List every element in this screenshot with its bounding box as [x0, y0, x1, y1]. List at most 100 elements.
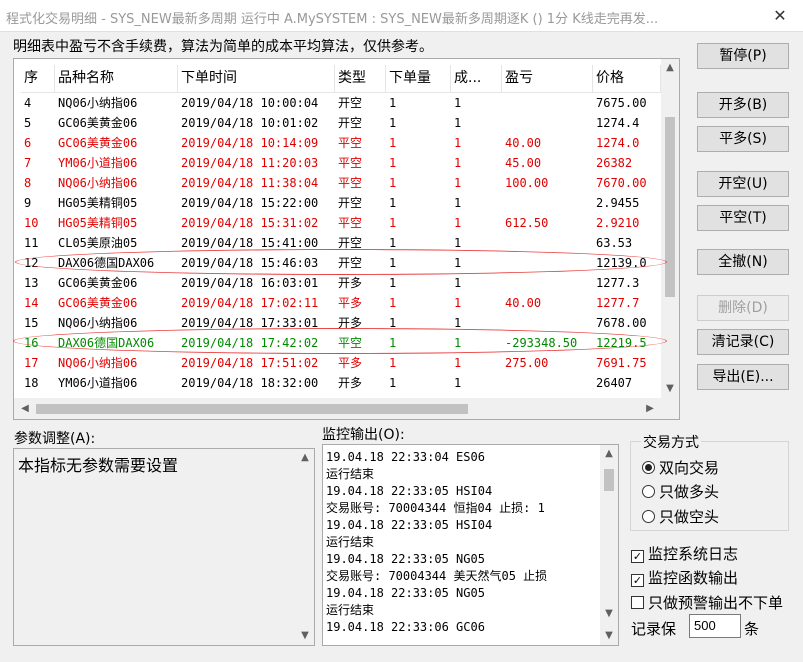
table-row[interactable]: 7 YM06小道指06 2019/04/18 11:20:03 平空 1 1 45.00 26…	[21, 153, 661, 173]
cell-type: 平空	[338, 176, 363, 190]
cell-name: DAX06德国DAX06	[58, 336, 155, 350]
params-box[interactable]: 本指标无参数需要设置 ▲ ▼	[13, 448, 315, 646]
cell-price: 26382	[596, 156, 633, 170]
header-col-filled[interactable]: 成...	[451, 65, 502, 93]
cell-price: 2.9210	[596, 216, 640, 230]
header-col-type[interactable]: 类型	[335, 65, 386, 93]
cell-pnl: 100.00	[505, 176, 549, 190]
cell-seq: 13	[24, 276, 39, 290]
header-col-pnl[interactable]: 盈亏	[502, 65, 593, 93]
radio-short-only[interactable]: 只做空头	[642, 506, 719, 527]
cell-seq: 9	[24, 196, 32, 210]
cell-time: 2019/04/18 15:31:02	[181, 216, 319, 230]
table-row[interactable]: 11 CL05美原油05 2019/04/18 15:41:00 开空 1 1 63.53	[21, 233, 661, 253]
scroll-down-icon[interactable]: ▼	[600, 627, 618, 645]
delete-button[interactable]: 删除(D)	[697, 295, 789, 321]
horizontal-scrollbar[interactable]: ◀ ▶	[14, 398, 661, 419]
header-col-name[interactable]: 品种名称	[55, 65, 178, 93]
cell-qty: 1	[389, 96, 397, 110]
scroll-thumb[interactable]	[604, 469, 614, 491]
export-button[interactable]: 导出(E)...	[697, 364, 789, 390]
radio-bidirectional[interactable]: 双向交易	[642, 457, 719, 478]
cell-qty: 1	[389, 216, 397, 230]
header-col-time[interactable]: 下单时间	[178, 65, 335, 93]
cell-qty: 1	[389, 156, 397, 170]
monitor-scrollbar[interactable]: ▲ ▼ ▼	[600, 445, 618, 645]
scroll-down-icon[interactable]: ▼	[661, 380, 679, 398]
table-row[interactable]: 14 GC06美黄金06 2019/04/18 17:02:11 平多 1 1 40.00 1…	[21, 293, 661, 313]
cancel-all-button[interactable]: 全撤(N)	[697, 249, 789, 275]
checkbox-icon	[631, 596, 644, 609]
monitor-output[interactable]: 19.04.18 22:33:04 ES06 运行结束 19.04.18 22:33…	[322, 444, 619, 646]
table-row[interactable]: 6 GC06美黄金06 2019/04/18 10:14:09 平空 1 1 40.00 12…	[21, 133, 661, 153]
cell-name: GC06美黄金06	[58, 136, 138, 150]
scroll-right-icon[interactable]: ▶	[641, 400, 659, 418]
title-bar: 程式化交易明细 - SYS_NEW最新多周期 运行中 A.MySYSTEM : …	[0, 0, 803, 32]
checkbox-warning-only[interactable]: 只做预警输出不下单	[631, 592, 783, 613]
trade-detail-list[interactable]: 序品种名称 下单时间 类型 下单量 成... 盈亏 价格 4 NQ06小纳指06 2019/04…	[13, 58, 680, 420]
cell-pnl: 45.00	[505, 156, 542, 170]
cell-name: NQ06小纳指06	[58, 176, 138, 190]
scroll-up-icon[interactable]: ▲	[600, 445, 618, 463]
open-short-button[interactable]: 开空(U)	[697, 171, 789, 197]
cell-filled: 1	[454, 316, 462, 330]
scroll-down-icon[interactable]: ▼	[600, 605, 618, 623]
cell-price: 7691.75	[596, 356, 647, 370]
monitor-line: 19.04.18 22:33:04 ES06	[326, 450, 485, 464]
cell-filled: 1	[454, 116, 462, 130]
table-row[interactable]: 10 HG05美精铜05 2019/04/18 15:31:02 平空 1 1 612.50…	[21, 213, 661, 233]
scroll-down-icon[interactable]: ▼	[296, 627, 314, 645]
header-col-seq[interactable]: 序	[21, 65, 55, 93]
cell-qty: 1	[389, 296, 397, 310]
table-row[interactable]: 5 GC06美黄金06 2019/04/18 10:01:02 开空 1 1 1274.4	[21, 113, 661, 133]
scroll-thumb-horizontal[interactable]	[36, 404, 468, 414]
cell-qty: 1	[389, 336, 397, 350]
params-text: 本指标无参数需要设置	[18, 456, 179, 475]
vertical-scrollbar[interactable]: ▲ ▼	[661, 59, 679, 398]
table-row[interactable]: 12 DAX06德国DAX06 2019/04/18 15:46:03 开空 1 1 121…	[21, 253, 661, 273]
pause-button[interactable]: 暂停(P)	[697, 43, 789, 69]
table-row[interactable]: 9 HG05美精铜05 2019/04/18 15:22:00 开空 1 1 2.9455	[21, 193, 661, 213]
cell-name: GC06美黄金06	[58, 276, 138, 290]
header-col-qty[interactable]: 下单量	[386, 65, 451, 93]
cell-filled: 1	[454, 216, 462, 230]
keep-count-input[interactable]: 500	[689, 614, 741, 638]
table-row[interactable]: 8 NQ06小纳指06 2019/04/18 11:38:04 平空 1 1 100.00 7…	[21, 173, 661, 193]
scroll-up-icon[interactable]: ▲	[661, 59, 679, 77]
params-scrollbar[interactable]: ▲ ▼	[296, 449, 314, 645]
clear-log-button[interactable]: 清记录(C)	[697, 329, 789, 355]
cell-type: 开空	[338, 256, 363, 270]
table-row[interactable]: 13 GC06美黄金06 2019/04/18 16:03:01 开多 1 1 1277.3	[21, 273, 661, 293]
table-row[interactable]: 18 YM06小道指06 2019/04/18 18:32:00 开多 1 1 26407	[21, 373, 661, 393]
cell-seq: 17	[24, 356, 39, 370]
cell-name: NQ06小纳指06	[58, 96, 138, 110]
checkbox-system-log[interactable]: ✓ 监控系统日志	[631, 543, 738, 564]
radio-icon	[642, 510, 655, 523]
cell-pnl	[502, 373, 593, 393]
open-long-button[interactable]: 开多(B)	[697, 92, 789, 118]
close-long-button[interactable]: 平多(S)	[697, 126, 789, 152]
table-row[interactable]: 16 DAX06德国DAX06 2019/04/18 17:42:02 平空 1 1 -29…	[21, 333, 661, 353]
cell-seq: 4	[24, 96, 32, 110]
cell-type: 开多	[338, 276, 363, 290]
close-icon[interactable]: ✕	[757, 0, 803, 32]
cell-qty: 1	[389, 276, 397, 290]
cell-name: HG05美精铜05	[58, 216, 138, 230]
scroll-left-icon[interactable]: ◀	[16, 400, 34, 418]
cell-price: 26407	[596, 376, 633, 390]
close-short-button[interactable]: 平空(T)	[697, 205, 789, 231]
cell-filled: 1	[454, 96, 462, 110]
scroll-thumb[interactable]	[665, 117, 675, 297]
cell-price: 7670.00	[596, 176, 647, 190]
header-col-price[interactable]: 价格	[593, 65, 661, 93]
table-row[interactable]: 4 NQ06小纳指06 2019/04/18 10:00:04 开空 1 1 7675.00	[21, 93, 661, 113]
monitor-line: 运行结束	[326, 603, 375, 617]
cell-pnl	[502, 93, 593, 113]
cell-pnl: -293348.50	[505, 336, 578, 350]
scroll-up-icon[interactable]: ▲	[296, 449, 314, 467]
cell-seq: 15	[24, 316, 39, 330]
table-row[interactable]: 15 NQ06小纳指06 2019/04/18 17:33:01 开多 1 1 7678.0…	[21, 313, 661, 333]
checkbox-function-output[interactable]: ✓ 监控函数输出	[631, 567, 738, 588]
table-row[interactable]: 17 NQ06小纳指06 2019/04/18 17:51:02 平多 1 1 275.00…	[21, 353, 661, 373]
radio-long-only[interactable]: 只做多头	[642, 481, 719, 502]
